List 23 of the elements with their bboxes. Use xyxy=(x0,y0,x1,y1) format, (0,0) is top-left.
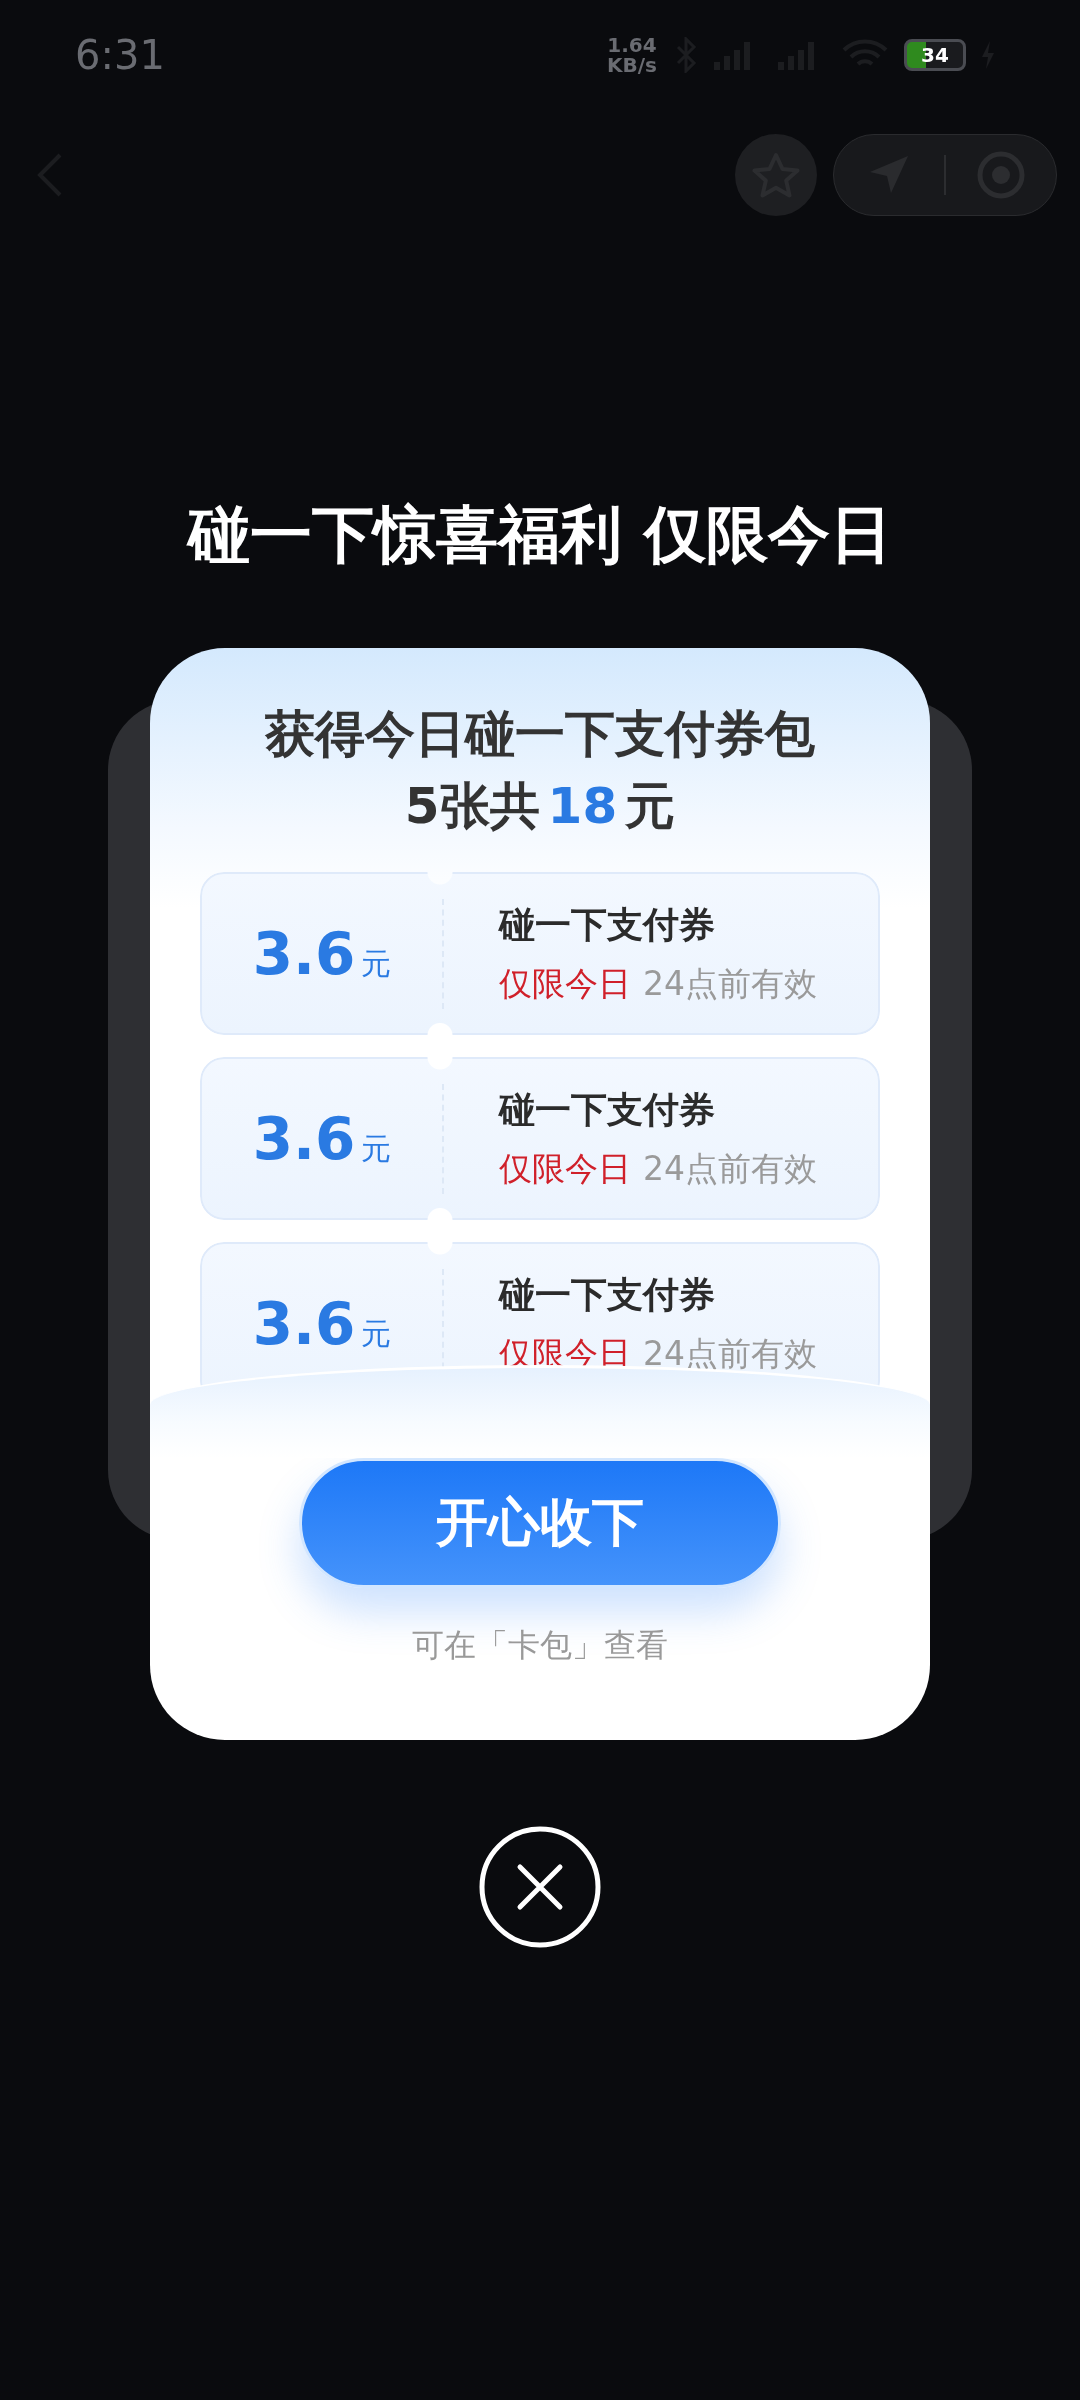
coupon-amount: 3.6 xyxy=(252,1289,356,1358)
limit-tag: 仅限今日 xyxy=(499,1146,631,1192)
dialog-heading: 获得今日碰一下支付券包 xyxy=(264,704,816,765)
coupon-title: 碰一下支付券 xyxy=(499,1272,716,1317)
coupon-summary: 5张共 18 元 xyxy=(403,776,677,837)
battery-icon: 34 xyxy=(904,39,966,71)
coupon-amount: 3.6 xyxy=(252,1104,356,1173)
clock-time: 6:31 xyxy=(75,32,165,78)
currency-unit: 元 xyxy=(361,1129,392,1168)
accept-button[interactable]: 开心收下 xyxy=(299,1458,781,1588)
promo-title: 碰一下惊喜福利 仅限今日 xyxy=(185,497,893,573)
coupon-title: 碰一下支付券 xyxy=(499,1087,716,1132)
currency-unit: 元 xyxy=(361,1314,392,1353)
validity-text: 24点前有效 xyxy=(643,962,817,1005)
close-icon[interactable] xyxy=(478,1825,602,1949)
currency-unit: 元 xyxy=(361,944,392,983)
validity-text: 24点前有效 xyxy=(643,1147,817,1190)
validity-text: 24点前有效 xyxy=(643,1332,817,1375)
coupon-title: 碰一下支付券 xyxy=(499,902,716,947)
network-speed: 1.64 KB/s xyxy=(606,35,658,75)
card-wallet-hint: 可在「卡包」查看 xyxy=(411,1625,669,1666)
coupon-amount: 3.6 xyxy=(252,919,356,988)
limit-tag: 仅限今日 xyxy=(499,961,631,1007)
